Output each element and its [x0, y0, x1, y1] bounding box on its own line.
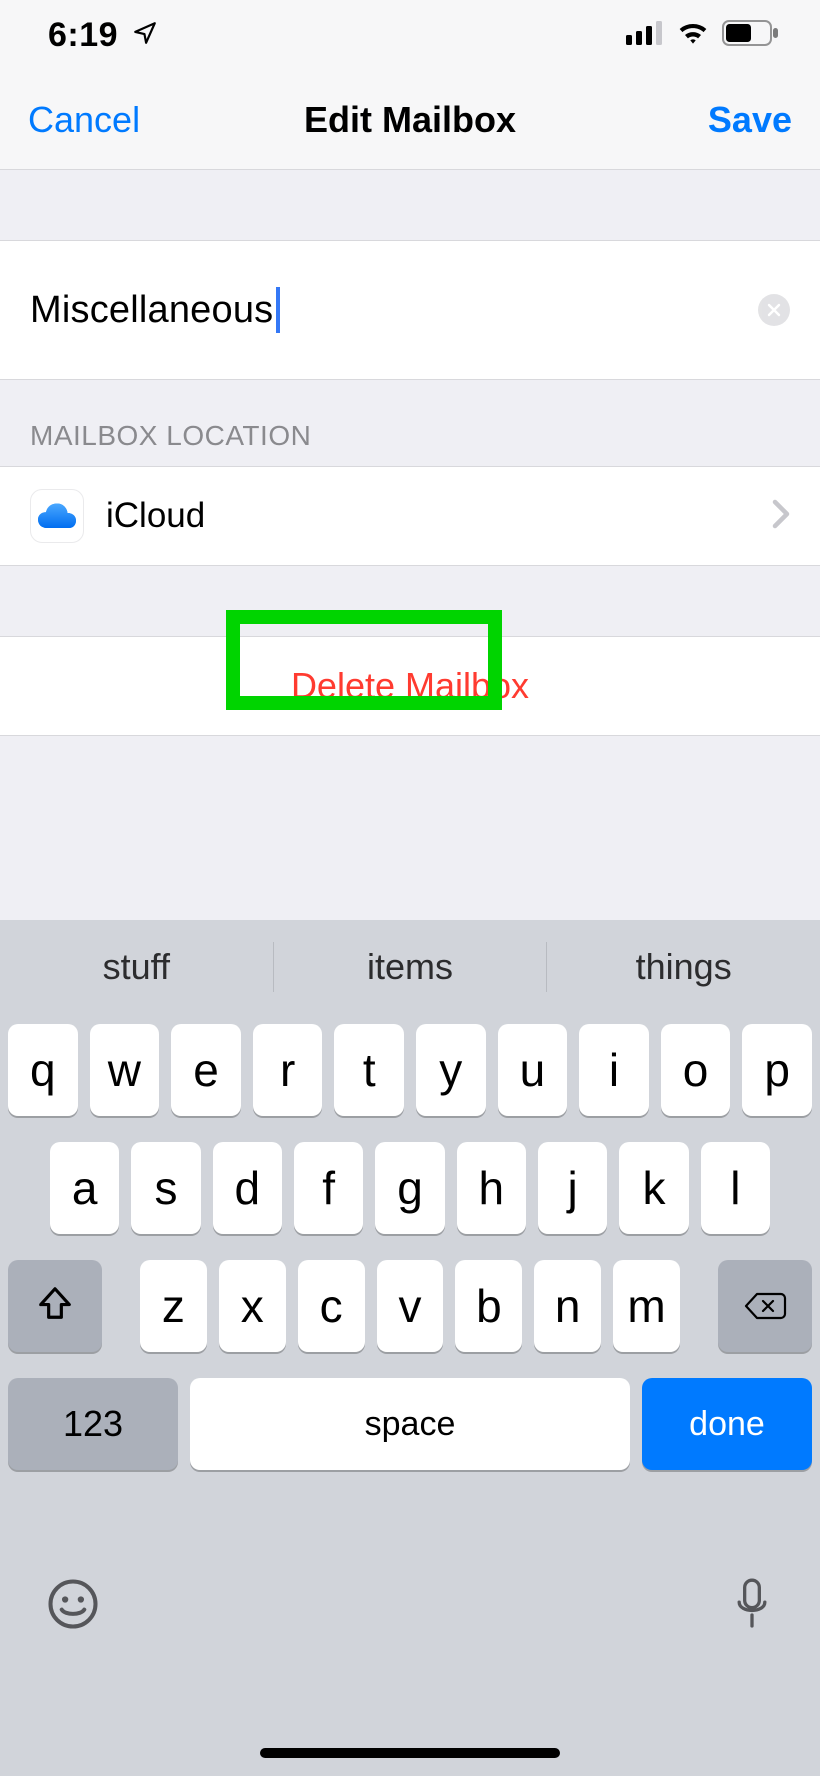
key-f[interactable]: f: [294, 1142, 363, 1234]
numbers-key[interactable]: 123: [8, 1378, 178, 1470]
mailbox-location-header: MAILBOX LOCATION: [0, 380, 820, 466]
status-bar: 6:19: [0, 0, 820, 70]
key-y[interactable]: y: [416, 1024, 486, 1116]
key-x[interactable]: x: [219, 1260, 286, 1352]
status-time: 6:19: [48, 16, 118, 55]
mailbox-name-cell[interactable]: Miscellaneous: [0, 240, 820, 380]
backspace-icon: [743, 1279, 787, 1333]
key-w[interactable]: w: [90, 1024, 160, 1116]
done-key[interactable]: done: [642, 1378, 812, 1470]
shift-key[interactable]: [8, 1260, 102, 1352]
key-s[interactable]: s: [131, 1142, 200, 1234]
key-c[interactable]: c: [298, 1260, 365, 1352]
battery-icon: [722, 20, 780, 51]
home-indicator[interactable]: [260, 1748, 560, 1758]
save-button[interactable]: Save: [708, 99, 792, 141]
prediction-0[interactable]: stuff: [0, 920, 273, 1014]
key-o[interactable]: o: [661, 1024, 731, 1116]
key-b[interactable]: b: [455, 1260, 522, 1352]
backspace-key[interactable]: [718, 1260, 812, 1352]
delete-mailbox-label: Delete Mailbox: [291, 665, 529, 707]
key-h[interactable]: h: [457, 1142, 526, 1234]
delete-mailbox-button[interactable]: Delete Mailbox: [0, 636, 820, 736]
wifi-icon: [676, 21, 710, 50]
prediction-1[interactable]: items: [274, 920, 547, 1014]
keyboard: stuff items things q w e r t y u i o p a…: [0, 920, 820, 1776]
key-r[interactable]: r: [253, 1024, 323, 1116]
location-arrow-icon: [132, 20, 158, 51]
key-j[interactable]: j: [538, 1142, 607, 1234]
chevron-right-icon: [772, 499, 790, 534]
key-a[interactable]: a: [50, 1142, 119, 1234]
mailbox-location-label: iCloud: [106, 496, 750, 536]
key-z[interactable]: z: [140, 1260, 207, 1352]
key-d[interactable]: d: [213, 1142, 282, 1234]
key-m[interactable]: m: [613, 1260, 680, 1352]
clear-text-button[interactable]: [758, 294, 790, 326]
microphone-key[interactable]: [730, 1576, 774, 1637]
key-n[interactable]: n: [534, 1260, 601, 1352]
key-e[interactable]: e: [171, 1024, 241, 1116]
cell-signal-icon: [626, 21, 664, 50]
key-l[interactable]: l: [701, 1142, 770, 1234]
key-q[interactable]: q: [8, 1024, 78, 1116]
key-i[interactable]: i: [579, 1024, 649, 1116]
prediction-row: stuff items things: [0, 920, 820, 1014]
shift-icon: [36, 1279, 74, 1333]
emoji-key[interactable]: [46, 1577, 100, 1636]
text-cursor: [276, 287, 280, 333]
nav-bar: Cancel Edit Mailbox Save: [0, 70, 820, 170]
cancel-button[interactable]: Cancel: [28, 99, 140, 141]
icloud-icon: [30, 489, 84, 543]
space-key[interactable]: space: [190, 1378, 630, 1470]
prediction-2[interactable]: things: [547, 920, 820, 1014]
key-u[interactable]: u: [498, 1024, 568, 1116]
mailbox-name-input[interactable]: Miscellaneous: [30, 289, 273, 332]
mailbox-location-cell[interactable]: iCloud: [0, 466, 820, 566]
key-k[interactable]: k: [619, 1142, 688, 1234]
key-g[interactable]: g: [375, 1142, 444, 1234]
key-t[interactable]: t: [334, 1024, 404, 1116]
key-p[interactable]: p: [742, 1024, 812, 1116]
key-v[interactable]: v: [377, 1260, 444, 1352]
